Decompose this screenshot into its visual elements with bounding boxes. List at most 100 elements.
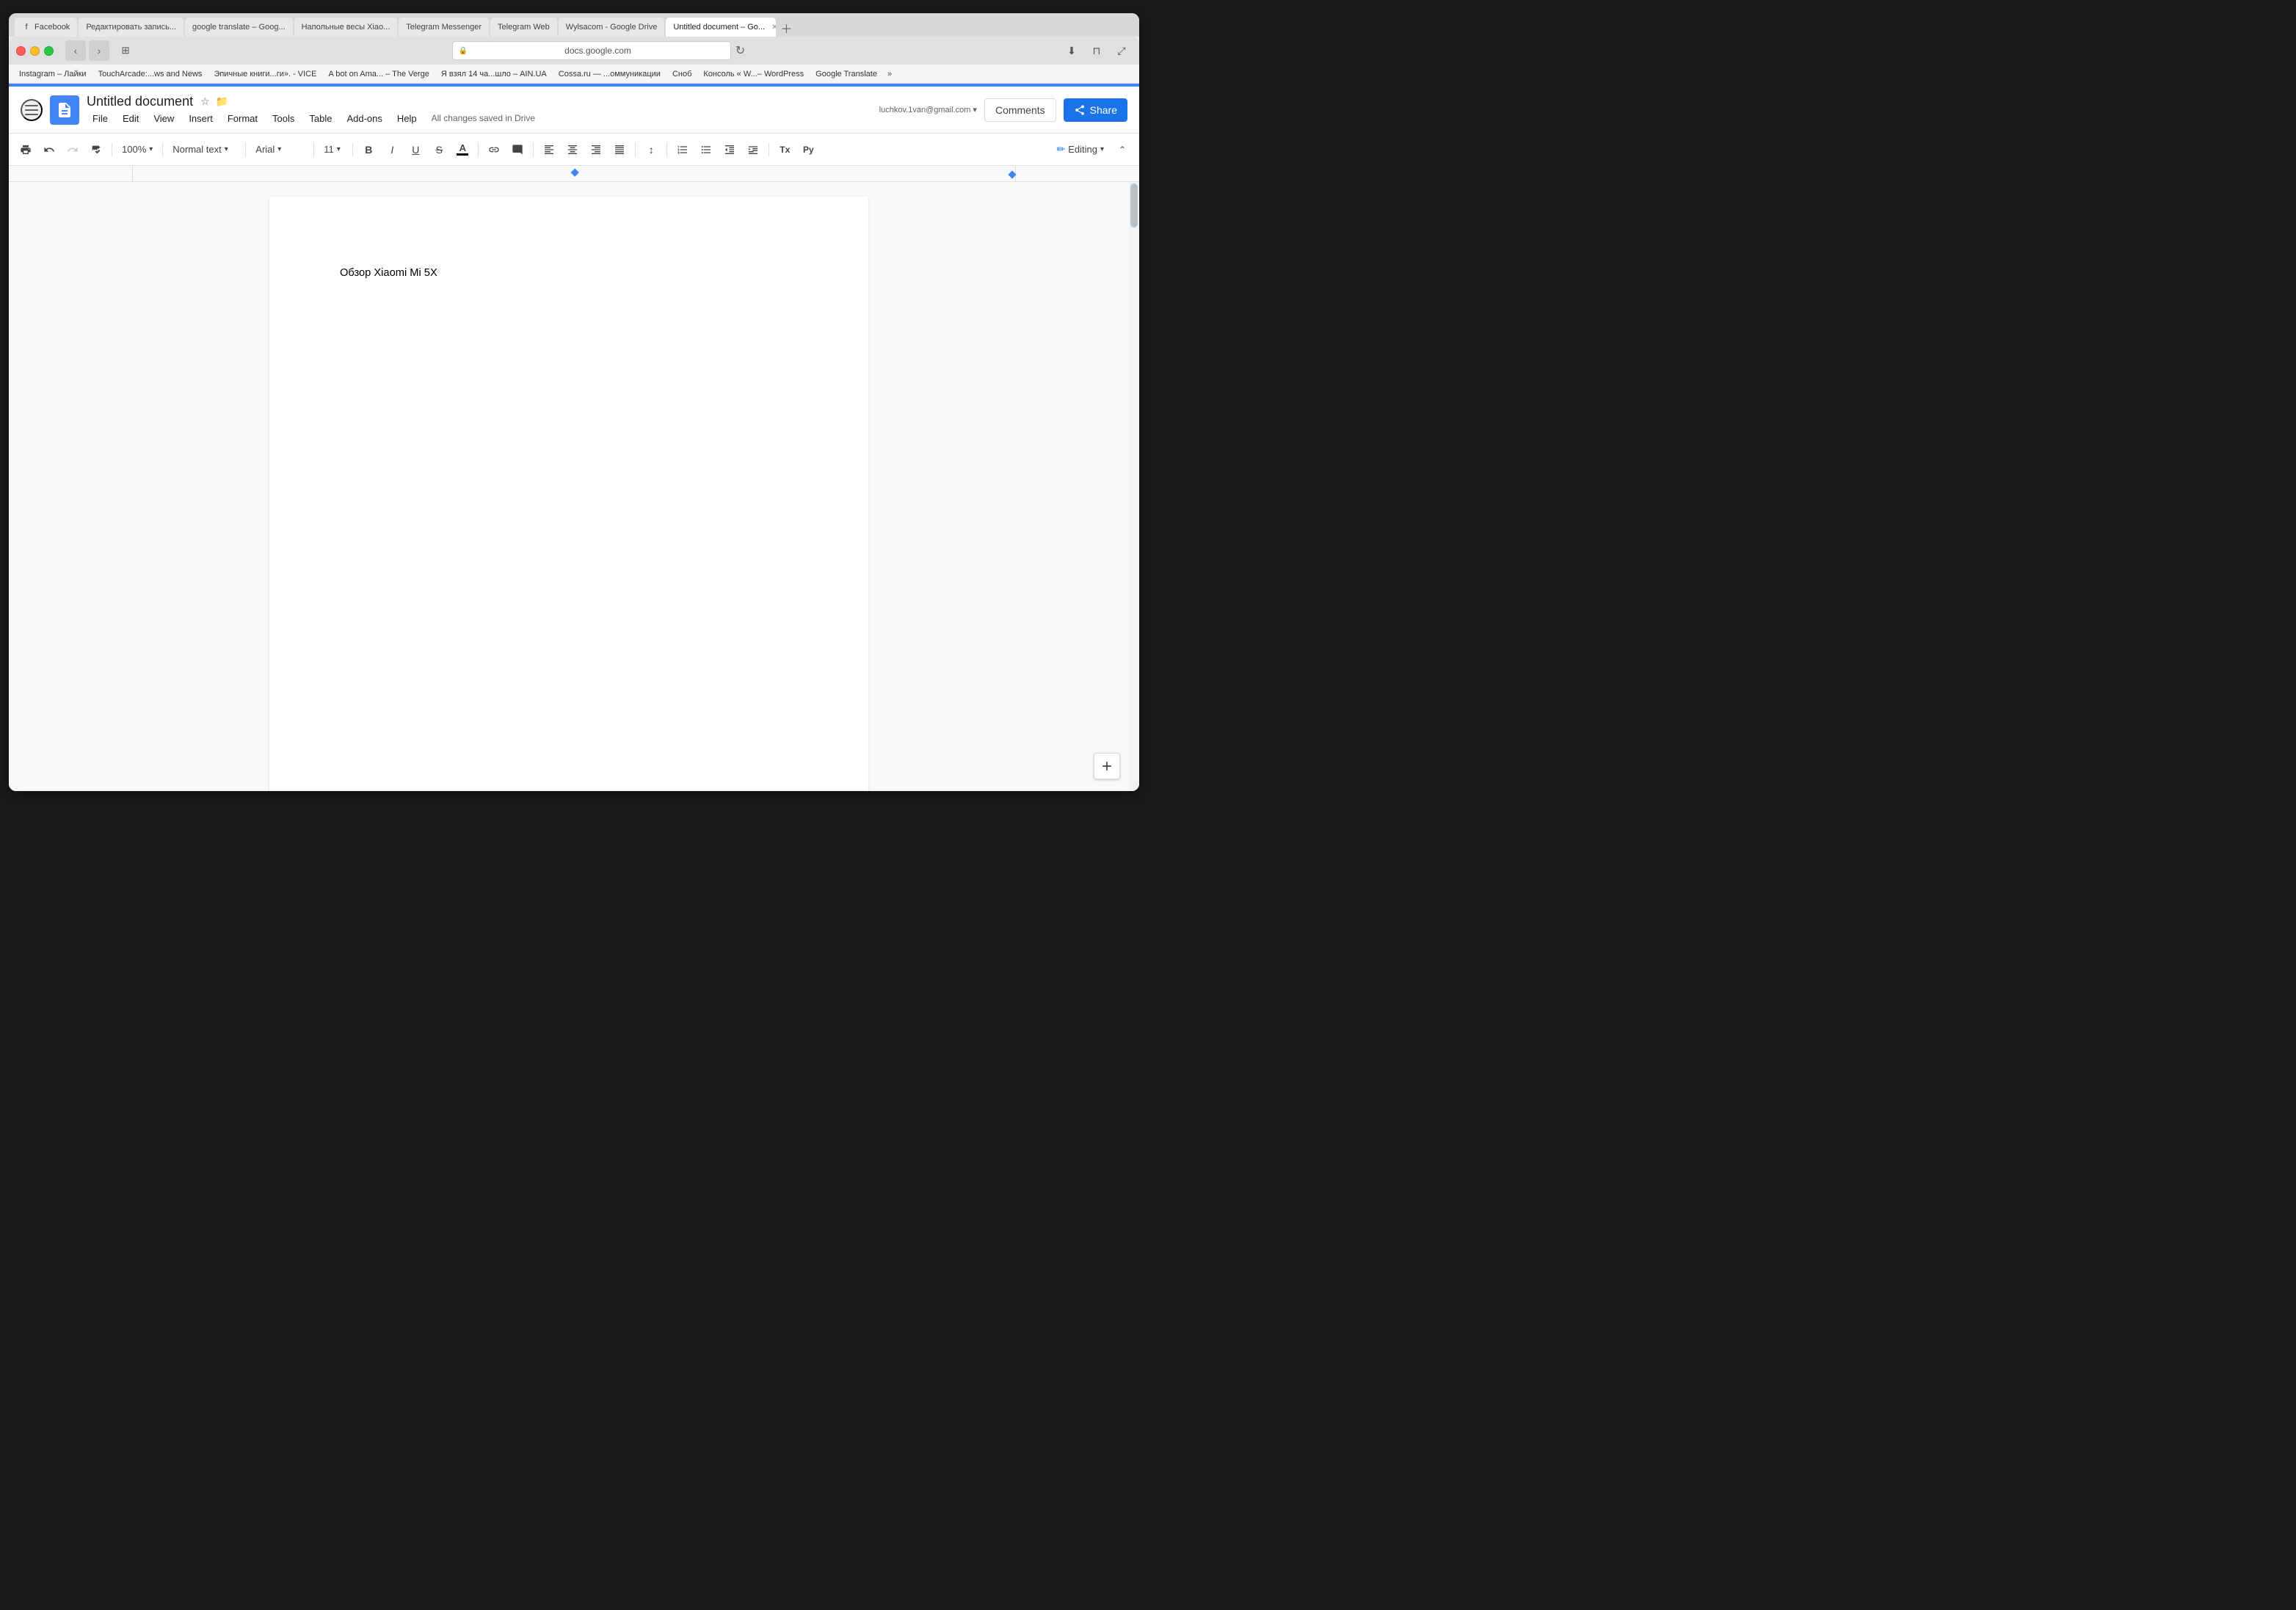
bookmark-toucharcade[interactable]: TouchArcade:...ws and News xyxy=(94,68,207,80)
tab-facebook[interactable]: f Facebook xyxy=(15,18,77,37)
style-select[interactable]: Normal text ▾ xyxy=(167,139,241,160)
bookmark-cossa[interactable]: Cossa.ru — ...оммуникации xyxy=(554,68,665,80)
menu-insert[interactable]: Insert xyxy=(183,111,219,126)
toolbar-divider-5 xyxy=(352,142,353,157)
menu-format[interactable]: Format xyxy=(222,111,264,126)
tab-redact[interactable]: Редактировать запись... xyxy=(79,18,184,37)
fontsize-chevron-icon: ▾ xyxy=(337,145,341,153)
justify-button[interactable] xyxy=(608,139,631,161)
indent-less-icon xyxy=(724,144,735,156)
share-page-button[interactable]: ⊓ xyxy=(1086,40,1107,61)
bullet-list-button[interactable] xyxy=(695,139,717,161)
tab-gtranslate[interactable]: google translate – Goog... xyxy=(185,18,293,37)
align-left-button[interactable] xyxy=(538,139,560,161)
print-button[interactable] xyxy=(15,139,37,161)
menu-view[interactable]: View xyxy=(148,111,180,126)
pencil-icon: ✏ xyxy=(1056,143,1065,156)
browser-actions: ⬇ ⊓ ⤢ xyxy=(1061,40,1132,61)
tab-close-icon[interactable]: ✕ xyxy=(771,23,776,32)
strikethrough-button[interactable]: S xyxy=(428,139,450,161)
align-center-button[interactable] xyxy=(562,139,584,161)
collapse-toolbar-button[interactable]: ⌃ xyxy=(1111,139,1133,161)
docs-hamburger-menu[interactable] xyxy=(21,99,43,121)
menu-tools[interactable]: Tools xyxy=(266,111,300,126)
tab-scales[interactable]: Напольные весы Xiao... xyxy=(294,18,398,37)
folder-icon[interactable]: 📁 xyxy=(214,94,230,109)
address-bar[interactable]: 🔒 docs.google.com xyxy=(452,41,731,60)
bookmark-snob[interactable]: Сноб xyxy=(668,68,696,80)
smart-compose-button[interactable] xyxy=(1094,753,1120,779)
underline-button[interactable]: U xyxy=(404,139,426,161)
bold-button[interactable]: B xyxy=(357,139,379,161)
lock-icon: 🔒 xyxy=(459,47,468,55)
docs-title-row: Untitled document ☆ 📁 xyxy=(87,94,872,109)
menu-edit[interactable]: Edit xyxy=(117,111,145,126)
clear-format-button[interactable]: Tx xyxy=(774,139,796,161)
zoom-select[interactable]: 100% ▾ xyxy=(117,139,158,160)
numbered-list-button[interactable] xyxy=(672,139,694,161)
menu-file[interactable]: File xyxy=(87,111,114,126)
docs-page-content[interactable]: Обзор Xiaomi Mi 5X xyxy=(340,267,798,280)
font-select[interactable]: Arial ▾ xyxy=(250,139,309,160)
tab-wylsacom[interactable]: Wylsacom - Google Drive xyxy=(559,18,665,37)
docs-ruler xyxy=(9,166,1139,182)
font-size-select[interactable]: 11 ▾ xyxy=(319,139,348,160)
paint-format-button[interactable] xyxy=(85,139,107,161)
url-text[interactable]: docs.google.com xyxy=(471,45,724,56)
align-right-icon xyxy=(590,144,602,156)
style-chevron-icon: ▾ xyxy=(225,145,228,153)
bookmarks-more[interactable]: » xyxy=(884,68,895,80)
refresh-button[interactable]: ↻ xyxy=(735,43,745,58)
bookmark-instagram[interactable]: Instagram – Лайки xyxy=(15,68,91,80)
indent-more-button[interactable] xyxy=(742,139,764,161)
share-icon xyxy=(1074,104,1086,116)
maximize-button[interactable] xyxy=(44,46,54,56)
download-button[interactable]: ⬇ xyxy=(1061,40,1082,61)
bookmark-bot[interactable]: A bot on Ama... – The Verge xyxy=(324,68,433,80)
bookmark-epic[interactable]: Эпичные книги...ги». - VICE xyxy=(209,68,321,80)
bookmark-ya-vzyal[interactable]: Я взял 14 ча...шло – AIN.UA xyxy=(437,68,551,80)
user-info[interactable]: luchkov.1van@gmail.com ▾ xyxy=(879,105,977,114)
new-tab-button[interactable]: ＋ xyxy=(777,19,795,37)
forward-button[interactable]: › xyxy=(89,40,109,61)
bullet-list-icon xyxy=(700,144,712,156)
close-button[interactable] xyxy=(16,46,26,56)
docs-header: Untitled document ☆ 📁 File Edit View Ins… xyxy=(9,87,1139,134)
share-button[interactable]: Share xyxy=(1064,98,1127,122)
menu-help[interactable]: Help xyxy=(391,111,423,126)
docs-toolbar: 100% ▾ Normal text ▾ Arial ▾ 11 ▾ xyxy=(9,134,1139,166)
redo-button[interactable] xyxy=(62,139,84,161)
indent-less-button[interactable] xyxy=(719,139,741,161)
bookmark-konsol[interactable]: Консоль « W...– WordPress xyxy=(699,68,808,80)
undo-button[interactable] xyxy=(38,139,60,161)
menu-addons[interactable]: Add-ons xyxy=(341,111,388,126)
fullscreen-button[interactable]: ⤢ xyxy=(1111,40,1132,61)
docs-page-container: Обзор Xiaomi Mi 5X xyxy=(132,182,1006,791)
browser-window: f Facebook Редактировать запись... googl… xyxy=(9,13,1139,791)
scrollbar-thumb[interactable] xyxy=(1130,183,1138,227)
vertical-scrollbar[interactable] xyxy=(1129,182,1139,791)
back-button[interactable]: ‹ xyxy=(65,40,86,61)
tab-view-button[interactable]: ⊞ xyxy=(115,40,136,61)
tab-telegram-web[interactable]: Telegram Web xyxy=(490,18,557,37)
font-color-button[interactable]: A xyxy=(451,139,473,161)
print-icon xyxy=(20,144,32,156)
docs-page[interactable]: Обзор Xiaomi Mi 5X xyxy=(269,197,868,791)
tab-untitled[interactable]: Untitled document – Go... ✕ xyxy=(666,18,776,37)
menu-table[interactable]: Table xyxy=(303,111,338,126)
minimize-button[interactable] xyxy=(30,46,40,56)
star-icon[interactable]: ☆ xyxy=(199,94,211,109)
line-spacing-button[interactable]: ↕ xyxy=(640,139,662,161)
docs-document-title[interactable]: Untitled document xyxy=(87,94,193,109)
align-right-button[interactable] xyxy=(585,139,607,161)
comments-button[interactable]: Comments xyxy=(984,98,1056,122)
language-button[interactable]: Ру xyxy=(797,139,819,161)
tab-telegram[interactable]: Telegram Messenger xyxy=(399,18,489,37)
font-chevron-icon: ▾ xyxy=(277,145,281,153)
italic-button[interactable]: I xyxy=(381,139,403,161)
link-button[interactable] xyxy=(483,139,505,161)
bookmark-gtranslate[interactable]: Google Translate xyxy=(811,68,882,80)
document-paragraph-1[interactable]: Обзор Xiaomi Mi 5X xyxy=(340,267,798,280)
editing-mode-button[interactable]: ✏ Editing ▾ xyxy=(1050,139,1110,160)
comment-button[interactable] xyxy=(506,139,528,161)
